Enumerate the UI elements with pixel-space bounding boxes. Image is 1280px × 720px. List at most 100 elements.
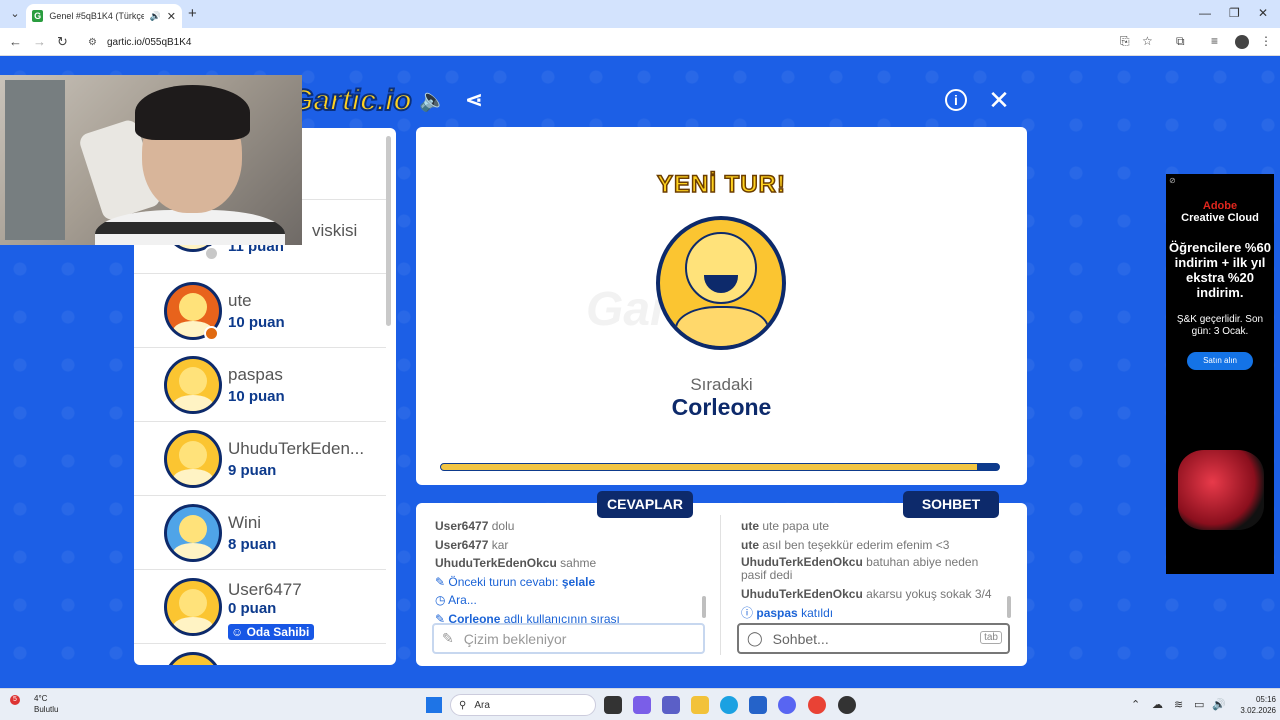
windows-taskbar: 5 4°C Bulutlu ⚲ Ara ⌃ ☁ ≋ ▭ 🔊 05:16 3.02… [0, 688, 1280, 720]
store-icon[interactable] [749, 696, 767, 714]
clock[interactable]: 05:16 3.02.2026 [1230, 694, 1276, 716]
exit-icon[interactable]: ✕ [985, 86, 1013, 114]
player-avatar [164, 578, 222, 636]
player-name: Wini [228, 513, 262, 532]
prev-answer-line: ✎ Önceki turun cevabı: şelale [435, 574, 596, 589]
player-row[interactable]: UhuduTerkEden... 9 puan [134, 422, 386, 496]
next-player-name: Corleone [671, 394, 772, 420]
ad-cta-button[interactable]: Satın alın [1187, 352, 1253, 370]
ad-banner[interactable]: ⊘ Adobe Creative Cloud Öğrencilere %60 i… [1166, 174, 1274, 574]
player-name: User6477 [228, 580, 302, 599]
answer-input-placeholder: Çizim bekleniyor [463, 630, 567, 647]
site-favicon-icon: G [32, 10, 44, 22]
forward-icon[interactable]: → [33, 34, 46, 49]
next-player-avatar [656, 216, 786, 350]
ad-headline: Öğrencilere %60 indirim + ilk yıl ekstra… [1169, 240, 1271, 300]
clock-icon: ◷ [435, 593, 446, 607]
clock-date: 3.02.2026 [1240, 706, 1276, 715]
url-field[interactable]: ⚙ gartic.io/055qB1K4 [80, 31, 1110, 53]
discord-icon[interactable] [778, 696, 796, 714]
hint-line: ◷ Ara... [435, 593, 477, 607]
room-owner-label: Oda Sahibi [246, 625, 310, 639]
browser-tab-bar: ⌄ G Genel #5qB1K4 (Türkçe) - G 🔊 ✕ + — ❐… [0, 0, 1280, 28]
round-timer-fill [441, 464, 977, 470]
tab-answers[interactable]: CEVAPLAR [597, 491, 693, 518]
chat-panel: CEVAPLAR SOHBET User6477 dolu User6477 k… [416, 491, 1027, 666]
new-tab-icon[interactable]: + [188, 5, 197, 22]
player-name: paspas [228, 365, 283, 384]
ad-terms: Ş&K geçerlidir. Son gün: 3 Ocak. [1176, 314, 1264, 337]
player-row[interactable]: User6477 0 puan ☺ Oda Sahibi [134, 570, 386, 644]
edge-icon[interactable] [720, 696, 738, 714]
chat-input[interactable]: ◯ Sohbet... tab [737, 623, 1010, 654]
weather-icon: 5 [10, 695, 20, 705]
weather-condition: Bulutlu [34, 705, 59, 714]
taskbar-search[interactable]: ⚲ Ara [450, 694, 596, 716]
restore-icon[interactable]: ❐ [1229, 6, 1240, 20]
install-icon[interactable]: ⎘ [1120, 34, 1130, 49]
start-button[interactable] [426, 697, 442, 713]
cloud-icon[interactable]: ☁ [1152, 698, 1163, 711]
player-avatar [164, 504, 222, 562]
obs-icon[interactable] [838, 696, 856, 714]
minimize-icon[interactable]: — [1199, 6, 1211, 20]
player-name: ute [228, 291, 252, 310]
new-round-title: YENİ TUR! [656, 170, 786, 199]
weather-widget[interactable]: 5 4°C Bulutlu [10, 693, 59, 715]
chat-line: ute asıl ben teşekkür ederim efenim <3 [741, 537, 950, 552]
chat-scrollbar[interactable] [1007, 596, 1011, 618]
file-explorer-icon[interactable] [691, 696, 709, 714]
webcam-overlay [0, 75, 302, 245]
info-icon[interactable]: i [945, 89, 967, 111]
weather-temp: 4°C [34, 694, 48, 703]
site-info-icon[interactable]: ⚙ [88, 37, 97, 48]
answers-feed: User6477 dolu User6477 kar UhuduTerkEden… [435, 517, 705, 628]
status-dot [204, 326, 219, 341]
bookmark-star-icon[interactable]: ☆ [1142, 34, 1153, 48]
extensions-icon[interactable]: ⧉ [1176, 34, 1185, 49]
tray-expand-icon[interactable]: ⌃ [1131, 698, 1140, 711]
tab-key-hint: tab [980, 631, 1002, 644]
sound-icon[interactable]: 🔈 [419, 86, 447, 114]
player-score: 9 puan [228, 462, 277, 479]
drawing-board[interactable]: Gartic.io YENİ TUR! Sıradaki Corleone [416, 127, 1027, 485]
profile-avatar[interactable] [1235, 35, 1249, 49]
media-controls-icon[interactable]: ≡ [1211, 34, 1218, 48]
answers-scrollbar[interactable] [702, 596, 706, 618]
chat-bubble-icon: ◯ [747, 630, 763, 646]
round-timer-bar [440, 463, 1000, 471]
tab-chat[interactable]: SOHBET [903, 491, 999, 518]
next-label: Sıradaki [690, 375, 753, 394]
ad-choices-icon[interactable]: ⊘ [1169, 176, 1176, 185]
display-icon[interactable]: ▭ [1194, 698, 1204, 711]
join-line: ⓘ paspas katıldı [741, 605, 834, 620]
tab-close-icon[interactable]: ✕ [167, 10, 176, 23]
copilot-icon[interactable] [633, 696, 651, 714]
window-close-icon[interactable]: ✕ [1258, 6, 1268, 20]
teams-icon[interactable] [662, 696, 680, 714]
chat-line: UhuduTerkEdenOkcu batuhan abiye neden pa… [741, 555, 979, 582]
back-icon[interactable]: ← [9, 34, 22, 49]
chrome-icon[interactable] [808, 696, 826, 714]
player-list-scrollbar[interactable] [386, 136, 391, 326]
task-view-icon[interactable] [604, 696, 622, 714]
player-row[interactable]: ute 10 puan [134, 274, 386, 348]
chat-feed: ute ute papa ute ute asıl ben teşekkür e… [741, 517, 1001, 622]
reload-icon[interactable]: ↻ [57, 34, 68, 50]
player-score: 0 puan [228, 600, 277, 617]
player-row[interactable]: Wini 8 puan [134, 496, 386, 570]
player-avatar [164, 356, 222, 414]
player-row[interactable]: paspas 10 puan [134, 348, 386, 422]
browser-tab[interactable]: G Genel #5qB1K4 (Türkçe) - G 🔊 ✕ [26, 4, 182, 28]
tab-search-icon[interactable]: ⌄ [6, 5, 24, 23]
wifi-icon[interactable]: ≋ [1174, 698, 1183, 711]
chat-input-placeholder: Sohbet... [772, 630, 829, 647]
player-score: 10 puan [228, 388, 285, 405]
answer-input[interactable]: ✎ Çizim bekleniyor [432, 623, 705, 654]
browser-menu-icon[interactable]: ⋮ [1260, 34, 1272, 48]
taskbar-search-label: Ara [474, 699, 490, 711]
player-avatar [164, 430, 222, 488]
volume-icon[interactable]: 🔊 [1212, 698, 1226, 711]
share-icon[interactable]: ⋖ [460, 86, 488, 114]
tab-audio-icon[interactable]: 🔊 [150, 11, 161, 22]
